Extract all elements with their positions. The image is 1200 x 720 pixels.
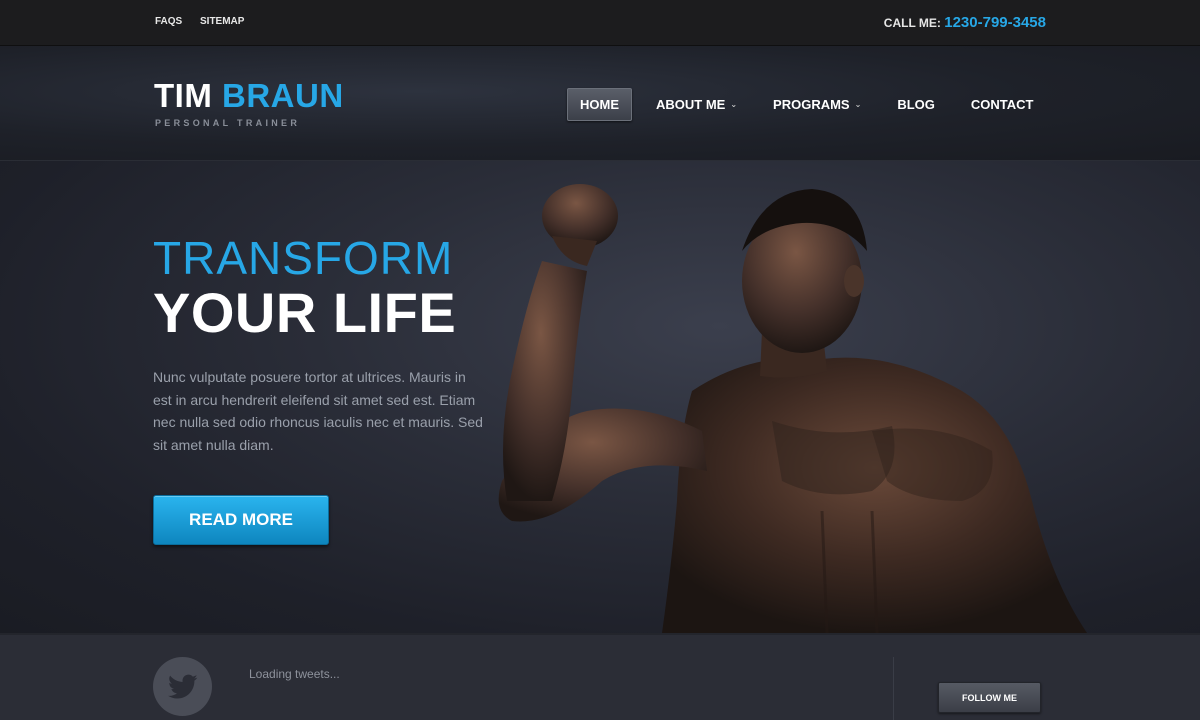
phone-number[interactable]: 1230-799-3458 — [944, 14, 1046, 31]
twitter-bar: Loading tweets... FOLLOW ME — [0, 633, 1200, 720]
call-me: CALL ME: 1230-799-3458 — [884, 14, 1046, 31]
tweets-status: Loading tweets... — [249, 667, 340, 681]
hero-title-line2: YOUR LIFE — [153, 281, 457, 344]
nav-contact[interactable]: CONTACT — [959, 89, 1046, 120]
hero-title-line1: TRANSFORM — [153, 232, 454, 284]
nav-blog[interactable]: BLOG — [885, 89, 947, 120]
nav-about-me-label: ABOUT ME — [656, 97, 726, 112]
trainer-photo — [498, 184, 1087, 633]
nav-about-me[interactable]: ABOUT ME ⌄ — [644, 89, 749, 120]
chevron-down-icon: ⌄ — [730, 100, 738, 109]
faqs-link[interactable]: FAQS — [155, 16, 182, 27]
read-more-button[interactable]: READ MORE — [153, 495, 329, 545]
top-bar: FAQS SITEMAP CALL ME: 1230-799-3458 — [0, 0, 1200, 46]
logo[interactable]: TIM BRAUN — [154, 79, 344, 112]
twitter-bird-icon — [167, 674, 197, 698]
site-header: TIM BRAUN PERSONAL TRAINER HOME ABOUT ME… — [0, 46, 1200, 161]
sitemap-link[interactable]: SITEMAP — [200, 16, 244, 27]
main-nav: HOME ABOUT ME ⌄ PROGRAMS ⌄ BLOG CONTACT — [567, 88, 1057, 121]
follow-me-button[interactable]: FOLLOW ME — [938, 682, 1041, 713]
hero-description: Nunc vulputate posuere tortor at ultrice… — [153, 369, 483, 453]
call-label: CALL ME: — [883, 16, 941, 30]
logo-last-name: BRAUN — [222, 77, 344, 114]
nav-home-label: HOME — [580, 97, 619, 112]
twitter-badge[interactable] — [153, 657, 212, 716]
logo-first-name: TIM — [154, 77, 213, 114]
nav-blog-label: BLOG — [897, 97, 935, 112]
chevron-down-icon: ⌄ — [854, 100, 862, 109]
nav-programs[interactable]: PROGRAMS ⌄ — [761, 89, 873, 120]
tagline: PERSONAL TRAINER — [155, 118, 301, 128]
hero-section: TRANSFORM YOUR LIFE Nunc vulputate posue… — [0, 161, 1200, 633]
nav-home[interactable]: HOME — [567, 88, 632, 121]
nav-contact-label: CONTACT — [970, 97, 1034, 112]
divider — [893, 657, 894, 720]
nav-programs-label: PROGRAMS — [773, 97, 850, 112]
